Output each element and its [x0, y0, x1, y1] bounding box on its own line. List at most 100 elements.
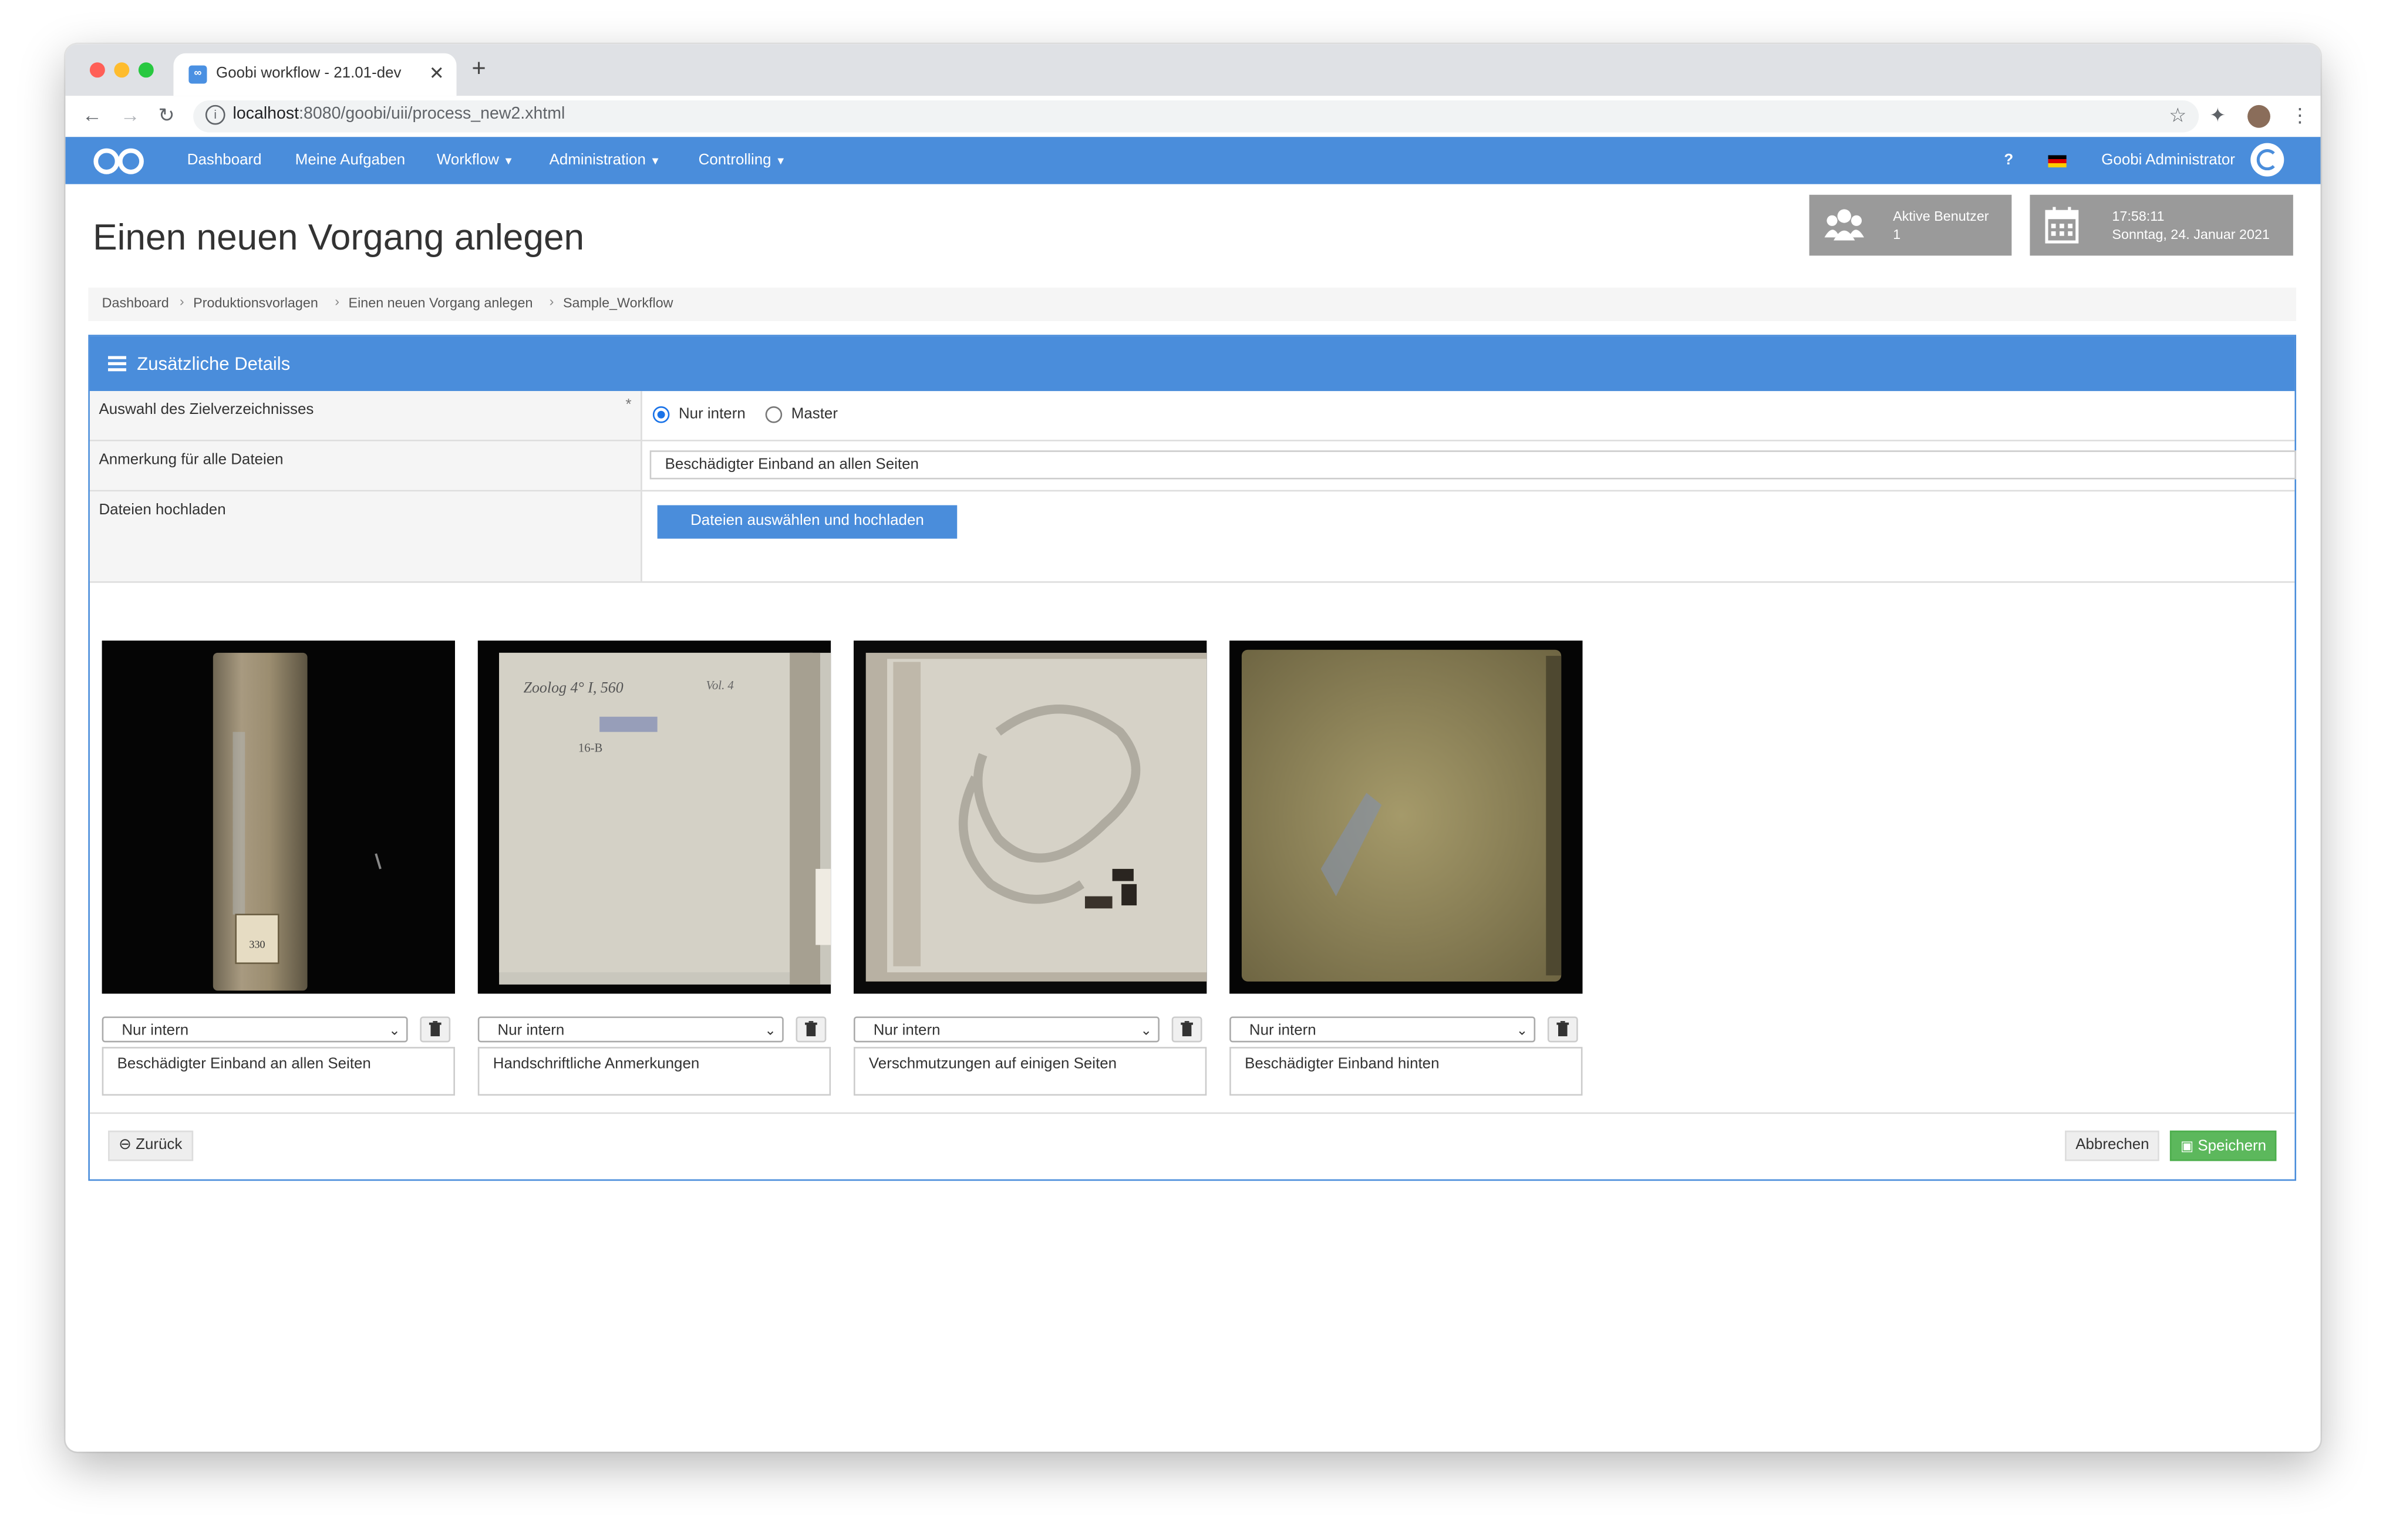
app-navbar: Dashboard Meine Aufgaben Workflow ▼ Admi…: [65, 137, 2321, 184]
panel-header: Zusätzliche Details: [89, 336, 2295, 392]
nav-administration[interactable]: Administration ▼: [550, 152, 660, 169]
details-panel: Zusätzliche Details Auswahl des Zielverz…: [88, 335, 2297, 1181]
bookmark-star-icon[interactable]: ☆: [2169, 103, 2186, 127]
file-3-target-select[interactable]: Nur intern ⌄: [853, 1016, 1160, 1043]
file-1-delete-button[interactable]: [420, 1016, 451, 1043]
url-host: localhost: [232, 105, 299, 123]
trash-icon: [1556, 1021, 1569, 1037]
chevron-down-icon: ⌄: [764, 1022, 776, 1038]
chevron-down-icon: ⌄: [1140, 1022, 1152, 1038]
datetime-text: 17:58:11 Sonntag, 24. Januar 2021: [2112, 207, 2269, 243]
file-4-note[interactable]: Beschädigter Einband hinten: [1229, 1047, 1583, 1096]
current-time: 17:58:11: [2112, 208, 2165, 224]
new-tab-icon[interactable]: +: [471, 56, 486, 84]
file-4-target-select[interactable]: Nur intern ⌄: [1229, 1016, 1536, 1043]
nav-workflow-label: Workflow: [436, 152, 499, 169]
forward-arrow-icon[interactable]: →: [120, 103, 140, 126]
file-thumbnail-4[interactable]: [1229, 641, 1583, 994]
nav-controlling[interactable]: Controlling ▼: [699, 152, 786, 169]
file-3-select-value: Nur intern: [873, 1022, 941, 1040]
reload-icon[interactable]: ↻: [159, 103, 175, 127]
note-all-input[interactable]: Beschädigter Einband an allen Seiten: [649, 450, 2297, 480]
panel-title: Zusätzliche Details: [137, 353, 291, 375]
user-avatar-icon[interactable]: [2250, 143, 2284, 177]
file-4-select-value: Nur intern: [1249, 1022, 1316, 1040]
german-flag-icon[interactable]: [2048, 155, 2067, 168]
minimize-window-button[interactable]: [114, 62, 130, 78]
spine-label-text: 330: [249, 939, 265, 951]
browser-menu-icon[interactable]: ⋮: [2290, 103, 2310, 127]
required-marker: *: [625, 397, 632, 414]
cover-volume-text: Vol. 4: [706, 679, 734, 692]
file-1-select-value: Nur intern: [122, 1022, 189, 1040]
breadcrumb-sample-workflow: Sample_Workflow: [562, 295, 673, 311]
file-thumbnail-2[interactable]: Zoolog 4° I, 560 Vol. 4 16-B: [477, 641, 831, 994]
address-bar: ← → ↻ i localhost:8080/goobi/uii/process…: [65, 96, 2321, 139]
book-cover-image: Zoolog 4° I, 560 Vol. 4 16-B: [477, 641, 831, 994]
file-3-delete-button[interactable]: [1171, 1016, 1202, 1043]
note-all-row: Anmerkung für alle Dateien Beschädigter …: [89, 441, 2297, 492]
current-date: Sonntag, 24. Januar 2021: [2112, 227, 2270, 242]
radio-nur-intern-label[interactable]: Nur intern: [679, 406, 746, 423]
breadcrumb-neuer-vorgang[interactable]: Einen neuen Vorgang anlegen: [349, 295, 533, 311]
file-1-target-select[interactable]: Nur intern ⌄: [102, 1016, 408, 1043]
file-thumbnail-1[interactable]: 330: [102, 641, 455, 994]
caret-down-icon: ▼: [650, 156, 661, 168]
panel-footer-divider: [89, 1112, 2295, 1114]
note-all-label: Anmerkung für alle Dateien: [99, 451, 284, 469]
breadcrumb-dashboard[interactable]: Dashboard: [102, 295, 169, 311]
page-title: Einen neuen Vorgang anlegen: [93, 217, 585, 259]
active-users-text: Aktive Benutzer 1: [1893, 207, 1989, 243]
upload-label-cell: Dateien hochladen: [89, 491, 642, 582]
file-1-note[interactable]: Beschädigter Einband an allen Seiten: [102, 1047, 455, 1096]
active-users-label: Aktive Benutzer: [1893, 208, 1989, 224]
radio-nur-intern[interactable]: [652, 406, 670, 423]
upload-files-button[interactable]: Dateien auswählen und hochladen: [657, 505, 958, 539]
profile-avatar[interactable]: [2247, 105, 2270, 128]
file-2-target-select[interactable]: Nur intern ⌄: [477, 1016, 784, 1043]
browser-window: ∞ Goobi workflow - 21.01-dev ✕ + ← → ↻ i…: [65, 44, 2321, 1452]
upload-label: Dateien hochladen: [99, 502, 226, 519]
book-spine-image: 330: [102, 641, 455, 994]
nav-meine-aufgaben[interactable]: Meine Aufgaben: [295, 152, 405, 169]
browser-tab[interactable]: ∞ Goobi workflow - 21.01-dev ✕: [173, 53, 457, 96]
tab-title: Goobi workflow - 21.01-dev: [216, 65, 402, 82]
file-thumbnail-3[interactable]: [853, 641, 1207, 994]
chevron-right-icon: ›: [335, 294, 339, 309]
breadcrumb-produktionsvorlagen[interactable]: Produktionsvorlagen: [193, 295, 318, 311]
goobi-logo-icon[interactable]: [93, 146, 144, 177]
radio-master[interactable]: [765, 406, 783, 423]
cancel-button[interactable]: Abbrechen: [2065, 1130, 2160, 1161]
active-users-count: 1: [1893, 227, 1901, 242]
radio-master-label[interactable]: Master: [791, 406, 838, 423]
back-button[interactable]: ⊖ Zurück: [108, 1130, 193, 1161]
users-group-icon: [1824, 209, 1864, 241]
trash-icon: [805, 1021, 817, 1037]
trash-icon: [1181, 1021, 1193, 1037]
file-2-delete-button[interactable]: [796, 1016, 827, 1043]
file-4-delete-button[interactable]: [1547, 1016, 1578, 1043]
url-path: :8080/goobi/uii/process_new2.xhtml: [299, 105, 565, 123]
nav-workflow[interactable]: Workflow ▼: [437, 152, 514, 169]
extensions-puzzle-icon[interactable]: ✦: [2209, 103, 2226, 127]
save-button[interactable]: ▣ Speichern: [2169, 1130, 2277, 1161]
close-window-button[interactable]: [89, 62, 105, 78]
site-info-icon[interactable]: i: [205, 105, 225, 125]
target-directory-row: Auswahl des Zielverzeichnisses * Nur int…: [89, 391, 2295, 442]
nav-dashboard[interactable]: Dashboard: [187, 152, 262, 169]
file-3-note[interactable]: Verschmutzungen auf einigen Seiten: [853, 1047, 1207, 1096]
file-2-note[interactable]: Handschriftliche Anmerkungen: [477, 1047, 831, 1096]
maximize-window-button[interactable]: [138, 62, 154, 78]
datetime-box: 17:58:11 Sonntag, 24. Januar 2021: [2030, 194, 2293, 256]
target-directory-label: Auswahl des Zielverzeichnisses: [99, 402, 314, 419]
help-icon[interactable]: ?: [2004, 152, 2013, 169]
user-name[interactable]: Goobi Administrator: [2101, 152, 2235, 169]
tab-close-icon[interactable]: ✕: [429, 62, 444, 83]
back-arrow-icon[interactable]: ←: [82, 103, 102, 126]
trash-icon: [429, 1021, 442, 1037]
arrow-circle-left-icon: ⊖: [119, 1137, 132, 1154]
calendar-icon: [2045, 207, 2079, 244]
floppy-disk-icon: ▣: [2181, 1138, 2194, 1154]
url-field[interactable]: i localhost:8080/goobi/uii/process_new2.…: [193, 100, 2199, 133]
chevron-right-icon: ›: [549, 294, 554, 309]
